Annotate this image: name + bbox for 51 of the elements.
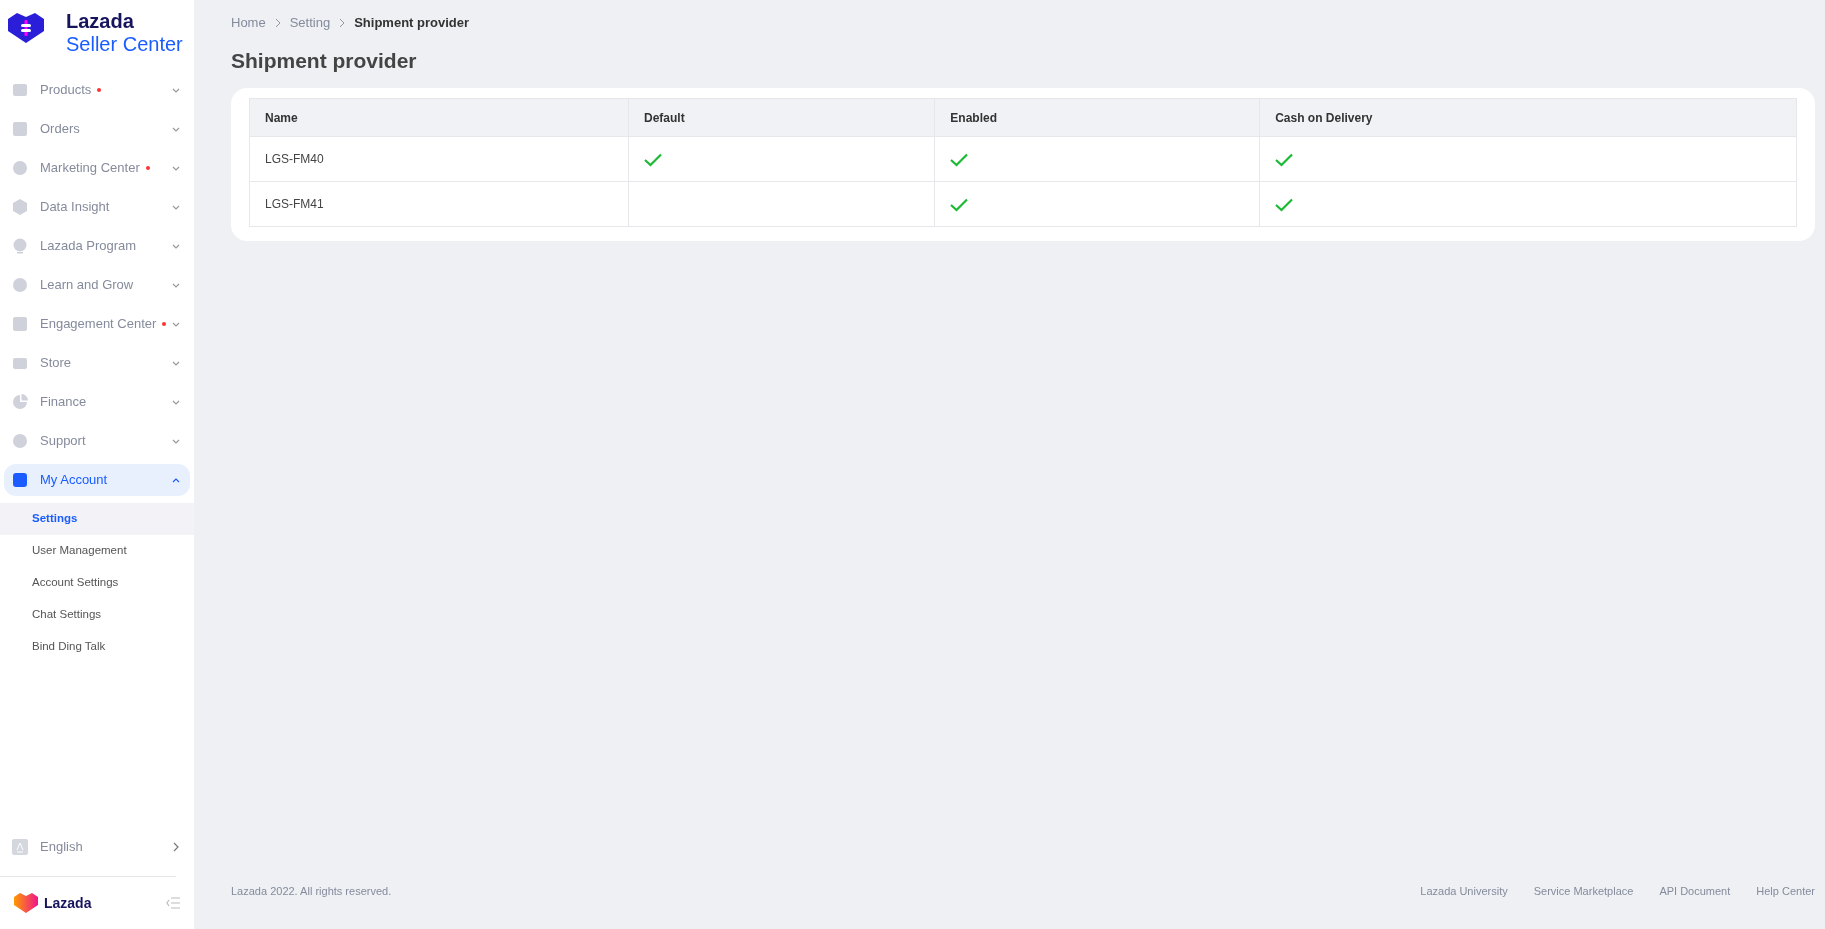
brand-name: Lazada: [44, 893, 92, 913]
footer-link[interactable]: Help Center: [1756, 882, 1815, 900]
menu-icon: [12, 433, 28, 449]
menu-icon: [12, 316, 28, 332]
copyright-text: Lazada 2022. All rights reserved.: [231, 883, 392, 899]
menu-item[interactable]: My Account: [4, 464, 190, 496]
language-selector[interactable]: English: [4, 831, 190, 863]
menu-icon: [12, 199, 28, 215]
menu-item[interactable]: Finance: [4, 386, 190, 418]
chevron-icon: [273, 17, 282, 28]
menu-icon: [12, 355, 28, 371]
footer-link[interactable]: API Document: [1659, 882, 1731, 900]
menu-item[interactable]: Support: [4, 425, 190, 457]
logo-icon: [8, 13, 44, 43]
table-cell: LGS-FM40: [249, 136, 629, 182]
menu-item[interactable]: Data Insight: [4, 191, 190, 223]
submenu-item[interactable]: Account Settings: [0, 567, 194, 599]
column-header: Default: [628, 98, 935, 137]
menu-icon: [12, 121, 28, 137]
menu-item[interactable]: Marketing Center: [4, 152, 190, 184]
column-header: Name: [249, 98, 629, 137]
submenu-item[interactable]: Bind Ding Talk: [0, 631, 194, 663]
logo-text: Lazada: [66, 10, 135, 32]
menu-item[interactable]: Products: [4, 74, 190, 106]
logo-icon: [14, 893, 38, 913]
menu-icon: [12, 472, 28, 488]
menu-icon: [12, 82, 28, 98]
menu-item[interactable]: Lazada Program: [4, 230, 190, 262]
menu-item[interactable]: Learn and Grow: [4, 269, 190, 301]
submenu-item[interactable]: Settings: [0, 503, 194, 535]
breadcrumb-link[interactable]: Setting: [289, 13, 331, 33]
footer-link[interactable]: Service Marketplace: [1533, 882, 1634, 900]
collapse-menu-icon[interactable]: [166, 897, 180, 909]
column-header: Enabled: [934, 98, 1260, 137]
table-cell: LGS-FM41: [249, 181, 629, 227]
menu-icon: [12, 394, 28, 410]
language-icon: [12, 839, 28, 855]
menu-item[interactable]: Engagement Center: [4, 308, 190, 340]
menu-icon: [12, 277, 28, 293]
submenu-item[interactable]: Chat Settings: [0, 599, 194, 631]
page-title: Shipment provider: [231, 47, 418, 74]
menu-item[interactable]: Orders: [4, 113, 190, 145]
menu-icon: [12, 238, 28, 254]
menu-icon: [12, 160, 28, 176]
submenu-item[interactable]: User Management: [0, 535, 194, 567]
footer-link[interactable]: Lazada University: [1420, 882, 1508, 900]
menu-item[interactable]: Store: [4, 347, 190, 379]
column-header: Cash on Delivery: [1259, 98, 1797, 137]
logo-subtitle: Seller Center: [66, 32, 183, 56]
chevron-icon: [338, 17, 347, 28]
breadcrumb-link[interactable]: Home: [231, 13, 266, 33]
